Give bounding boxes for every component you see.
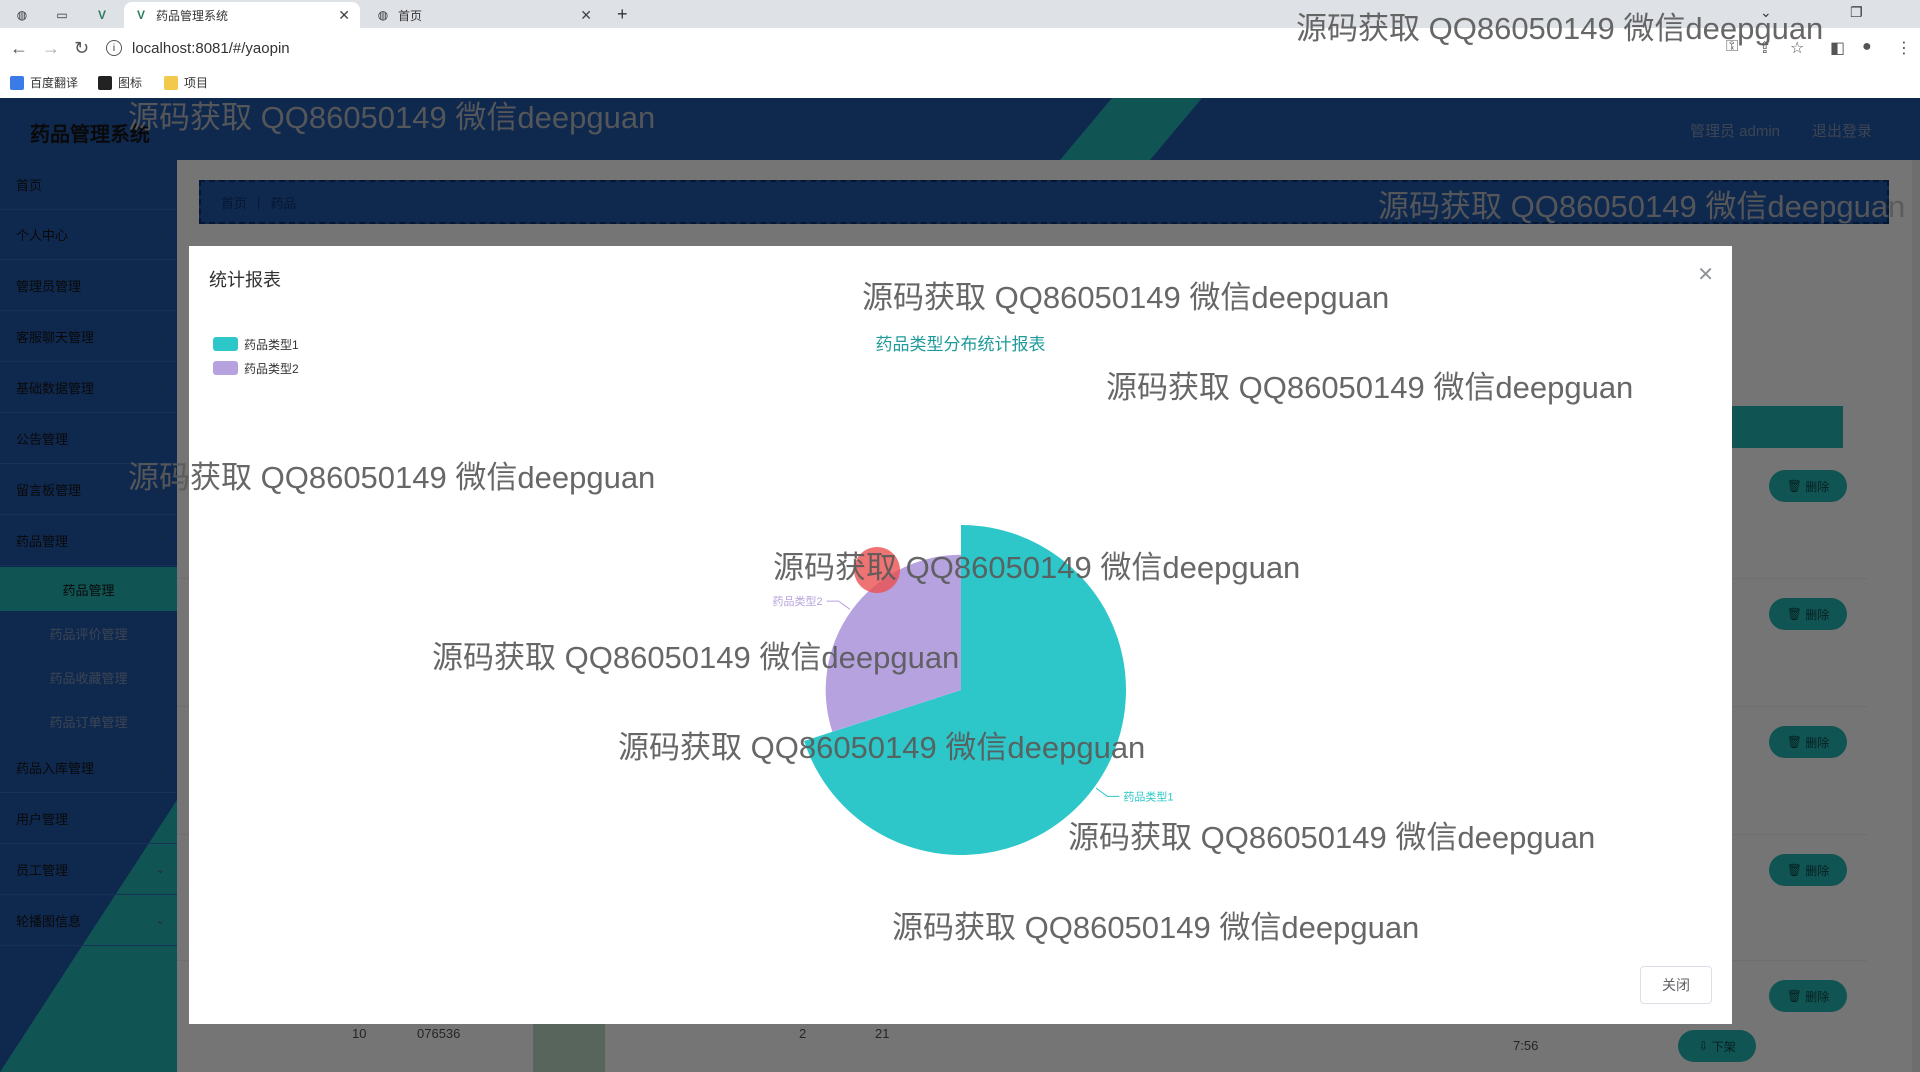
cursor-highlight — [854, 547, 900, 593]
pinned-tab[interactable]: ▭ — [48, 2, 76, 28]
new-tab-button[interactable]: + — [617, 4, 628, 25]
slice-label-line — [826, 600, 851, 610]
slice-label-line — [1095, 787, 1120, 797]
page-icon: ▭ — [56, 8, 68, 22]
share-icon[interactable]: ⇪ — [1758, 38, 1771, 58]
translate-icon — [10, 75, 24, 90]
bookmark-label: 图标 — [118, 76, 143, 90]
forward-icon[interactable]: → — [42, 38, 60, 59]
close-button[interactable]: 关闭 — [1640, 966, 1712, 1004]
tab-inactive[interactable]: ◍ 首页 ✕ — [366, 2, 602, 28]
browser-tab-bar: ◍ ▭ V V 药品管理系统 ✕ ◍ 首页 ✕ + ⌄ ❐ — [0, 0, 1920, 28]
url-text: localhost:8081/#/yaopin — [132, 39, 290, 57]
star-icon[interactable]: ☆ — [1790, 38, 1804, 58]
chevron-down-icon[interactable]: ⌄ — [1760, 4, 1772, 21]
key-icon[interactable]: ⚿ — [1726, 38, 1738, 56]
globe-icon: ◍ — [16, 8, 28, 22]
url-input[interactable]: i localhost:8081/#/yaopin — [106, 34, 1706, 62]
menu-icon[interactable]: ⋮ — [1896, 38, 1912, 58]
tab-title: 药品管理系统 — [156, 8, 229, 23]
stats-dialog: 统计报表 ✕ 药品类型分布统计报表 药品类型1 药品类型2 药品类型1 药品类型2… — [189, 246, 1732, 1024]
tab-active[interactable]: V 药品管理系统 ✕ — [124, 2, 360, 28]
slice-label: 药品类型1 — [1123, 789, 1173, 803]
info-icon[interactable]: i — [106, 40, 122, 56]
globe-icon: ◍ — [377, 8, 389, 22]
close-icon[interactable]: ✕ — [580, 7, 592, 24]
reload-icon[interactable]: ↻ — [74, 38, 89, 59]
bookmark-label: 项目 — [184, 76, 209, 90]
sidebar-icon[interactable]: ◧ — [1830, 38, 1845, 58]
profile-icon[interactable]: ● — [1862, 38, 1872, 56]
image-icon — [98, 75, 112, 90]
address-bar: ← → ↻ i localhost:8081/#/yaopin ⚿ ⇪ ☆ ◧ … — [0, 28, 1920, 69]
back-icon[interactable]: ← — [10, 38, 28, 59]
restore-icon[interactable]: ❐ — [1850, 4, 1863, 21]
vue-icon: V — [97, 8, 106, 22]
folder-icon — [164, 75, 178, 90]
bookmark-label: 百度翻译 — [30, 76, 79, 90]
slice-label: 药品类型2 — [772, 594, 822, 608]
pinned-tab[interactable]: ◍ — [8, 2, 36, 28]
tab-title: 首页 — [398, 8, 423, 23]
close-icon[interactable]: ✕ — [338, 7, 350, 24]
bookmark-item[interactable]: 百度翻译 — [10, 74, 78, 91]
pie-chart: 药品类型1 药品类型2 — [772, 525, 1174, 856]
bookmark-item[interactable]: 项目 — [164, 74, 208, 91]
bookmark-item[interactable]: 图标 — [98, 74, 142, 91]
vue-icon: V — [136, 8, 145, 22]
bookmarks-bar: 百度翻译 图标 项目 — [0, 68, 1920, 98]
pinned-tab[interactable]: V — [88, 2, 116, 28]
